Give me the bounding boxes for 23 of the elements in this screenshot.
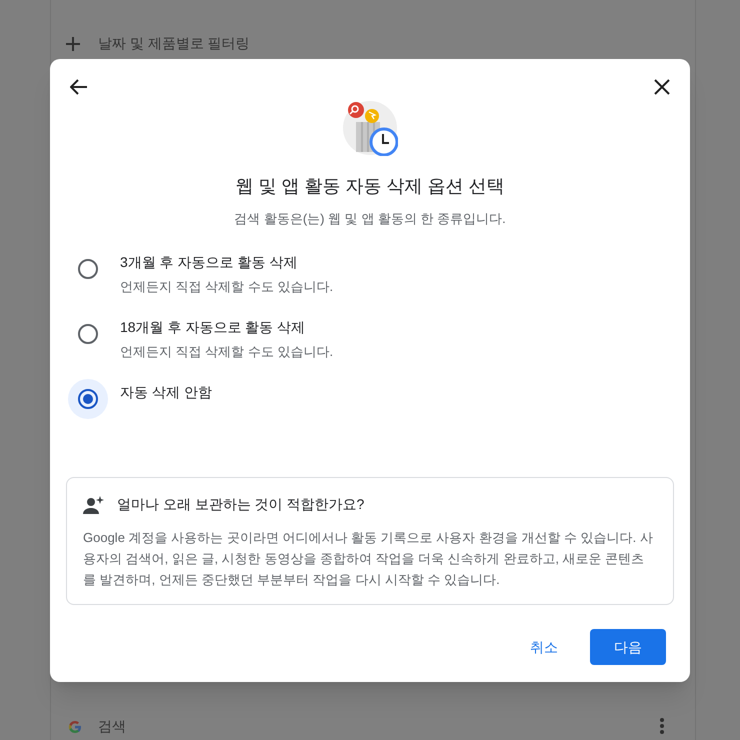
- option-description: 언제든지 직접 삭제할 수도 있습니다.: [120, 278, 334, 296]
- person-sparkle-icon: [83, 494, 105, 514]
- next-button[interactable]: 다음: [590, 629, 666, 665]
- filter-label[interactable]: 날짜 및 제품별로 필터링: [98, 33, 250, 54]
- cancel-button[interactable]: 취소: [518, 629, 570, 665]
- option-label[interactable]: 자동 삭제 안함: [120, 382, 212, 402]
- radio-button[interactable]: [78, 388, 98, 408]
- option-description: 언제든지 직접 삭제할 수도 있습니다.: [120, 342, 334, 360]
- dialog-subtitle: 검색 활동은(는) 웹 및 앱 활동의 한 종류입니다.: [233, 210, 507, 228]
- more-icon[interactable]: [659, 717, 665, 735]
- option-label[interactable]: 3개월 후 자동으로 활동 삭제: [120, 252, 334, 272]
- dialog-title: 웹 및 앱 활동 자동 삭제 옵션 선택: [234, 175, 506, 198]
- trash-clock-icon: [342, 100, 398, 156]
- close-icon[interactable]: [654, 79, 670, 95]
- back-icon[interactable]: [70, 78, 88, 96]
- g-logo-icon: [68, 720, 82, 734]
- option-label[interactable]: 18개월 후 자동으로 활동 삭제: [120, 316, 334, 338]
- info-heading: 얼마나 오래 보관하는 것이 적합한가요?: [117, 495, 364, 514]
- plus-icon: [66, 36, 80, 50]
- info-text: Google 계정을 사용하는 곳이라면 어디에서나 활동 기록으로 사용자 환경을 개선할 수 있습니다. 사용자의 검색어, 읽은 글, 시청한 동영상을 종합하여 작업을 더욱 신속하게 완료하고, 새로운 콘텐츠를 발견하며, 언제든 중단했던 부분부터 작업을 다시 시작할 수 있습니다.: [83, 529, 654, 589]
- radio-button[interactable]: [78, 324, 98, 344]
- search-row-label[interactable]: 검색: [98, 716, 126, 737]
- radio-button[interactable]: [78, 258, 98, 278]
